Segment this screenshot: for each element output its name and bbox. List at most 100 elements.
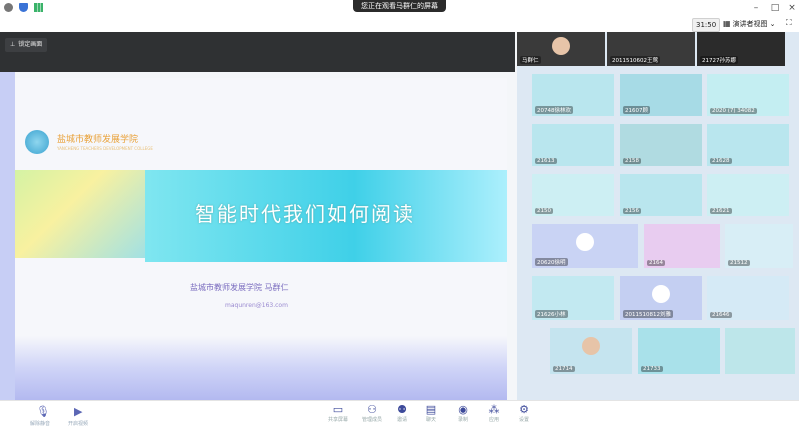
college-logo-icon	[25, 130, 49, 154]
record-icon: ◉	[458, 403, 468, 416]
avatar	[576, 232, 594, 251]
participant-tile[interactable]: 21512	[725, 224, 793, 268]
participant-tile[interactable]: 2150	[532, 174, 614, 216]
participant-tile[interactable]: 20748徐林欢	[532, 74, 614, 116]
participant-name: 2011510812刘雅	[623, 310, 673, 318]
grid-icon: ▦	[723, 19, 731, 28]
invite-icon: ⚉	[397, 403, 407, 416]
share-screen-button[interactable]: ▭ 共享屏幕	[323, 403, 353, 424]
pin-icon: ⊥	[10, 41, 16, 48]
apps-button[interactable]: ⁂ 应用	[479, 403, 509, 424]
members-icon: ⚇	[367, 403, 377, 416]
maximize-icon[interactable]: □	[769, 2, 781, 14]
pinned-bar: ⊥ 锁定画面	[0, 32, 515, 72]
participant-tile[interactable]: 马群仁	[517, 32, 605, 66]
college-subtitle: YANCHENG TEACHERS DEVELOPMENT COLLEGE	[57, 146, 153, 151]
meeting-toolbar	[0, 16, 799, 32]
speaker-view-label: 演讲者视图	[732, 20, 768, 28]
minimize-icon[interactable]: –	[750, 2, 762, 14]
share-screen-label: 共享屏幕	[327, 417, 348, 423]
gear-icon: ⚙	[519, 403, 529, 416]
participant-name: 21727孙苏娜	[700, 56, 738, 64]
apps-icon: ⁂	[488, 403, 500, 416]
participant-tile[interactable]	[725, 328, 795, 374]
settings-button[interactable]: ⚙ 设置	[509, 403, 539, 424]
slide-title: 智能时代我们如何阅读	[195, 202, 415, 226]
participant-tile[interactable]: 21613	[532, 124, 614, 166]
status-icons	[4, 3, 43, 12]
invite-button[interactable]: ⚉ 邀请	[387, 403, 417, 424]
manage-members-button[interactable]: ⚇ 管理成员	[357, 403, 387, 424]
manage-members-label: 管理成员	[361, 417, 382, 423]
share-screen-icon: ▭	[332, 403, 344, 416]
participant-name: 马群仁	[520, 56, 541, 64]
participant-tile[interactable]: 21621	[707, 174, 789, 216]
slide-footer-band	[15, 336, 507, 400]
lock-view-label: 锁定画面	[18, 41, 43, 48]
avatar	[652, 284, 670, 303]
participant-tile[interactable]: 21628	[707, 124, 789, 166]
avatar	[552, 36, 570, 55]
participant-name: 21607顾	[623, 106, 650, 114]
shared-slide: 盐城市教师发展学院 YANCHENG TEACHERS DEVELOPMENT …	[15, 78, 507, 400]
signal-icon[interactable]	[34, 3, 43, 12]
participant-name: 21714	[553, 366, 575, 372]
participant-name: 21733	[641, 366, 663, 372]
meeting-timer: 31:50	[692, 18, 721, 32]
participant-name: 2158	[623, 158, 641, 164]
participant-name: 2156	[623, 208, 641, 214]
participant-tile[interactable]: 21714	[550, 328, 632, 374]
college-name: 盐城市教师发展学院	[57, 135, 139, 145]
record-button[interactable]: ◉ 录制	[448, 403, 478, 424]
settings-label: 设置	[518, 417, 529, 423]
speaker-view-button[interactable]: ▦ 演讲者视图 ⌄	[720, 18, 778, 30]
slide-email: maqunren@163.com	[225, 302, 288, 309]
start-video-label: 开启视频	[68, 421, 89, 427]
participant-tile[interactable]: 2020 (7) 34082	[707, 74, 789, 116]
participant-tile[interactable]: 21727孙苏娜	[697, 32, 785, 66]
apps-label: 应用	[488, 417, 499, 423]
close-icon[interactable]: ×	[786, 2, 798, 14]
participant-tile[interactable]: 2011510812刘雅	[620, 276, 702, 320]
info-icon[interactable]	[4, 3, 13, 12]
stage-edge	[0, 72, 15, 400]
record-label: 录制	[457, 417, 468, 423]
participant-name: 20620徐明	[535, 258, 568, 266]
participant-name: 20748徐林欢	[535, 106, 573, 114]
participant-tile[interactable]: 2158	[620, 124, 702, 166]
participant-name: 21613	[535, 158, 557, 164]
participant-tile[interactable]: 2164	[644, 224, 720, 268]
participant-tile[interactable]: 21646	[707, 276, 789, 320]
chevron-down-icon: ⌄	[769, 20, 776, 28]
fullscreen-icon[interactable]: ⛶	[786, 18, 792, 28]
slide-author: 盐城市教师发展学院 马群仁	[190, 283, 289, 292]
participant-name: 21646	[710, 312, 732, 318]
participant-tile[interactable]: 21733	[638, 328, 720, 374]
participant-name: 21621	[710, 208, 732, 214]
chat-button[interactable]: ▤ 聊天	[416, 403, 446, 424]
participant-name: 2011510602王莺	[610, 56, 660, 64]
window-titlebar: 您正在观看马群仁的屏幕 – □ ×	[0, 0, 799, 17]
participant-gallery: 马群仁 2011510602王莺 21727孙苏娜 20748徐林欢 21607…	[517, 32, 799, 412]
screen-share-banner: 您正在观看马群仁的屏幕	[353, 0, 446, 12]
invite-label: 邀请	[396, 417, 407, 423]
participant-tile[interactable]: 20620徐明	[532, 224, 638, 268]
slide-decor-band	[15, 170, 150, 258]
microphone-icon[interactable]: 🎙	[36, 405, 50, 418]
participant-tile[interactable]: 21626小林	[532, 276, 614, 320]
participant-tile[interactable]: 2156	[620, 174, 702, 216]
participant-tile[interactable]: 21607顾	[620, 74, 702, 116]
avatar	[582, 337, 600, 356]
lock-view-button[interactable]: ⊥ 锁定画面	[5, 38, 48, 52]
participant-name: 2164	[647, 260, 665, 266]
participant-name: 21512	[728, 260, 750, 266]
participant-name: 2020 (7) 34082	[710, 108, 757, 114]
participant-tile[interactable]: 2011510602王莺	[607, 32, 695, 66]
participant-name: 2150	[535, 208, 553, 214]
chat-label: 聊天	[425, 417, 436, 423]
shield-icon[interactable]	[19, 3, 28, 12]
chat-icon: ▤	[425, 403, 437, 416]
camera-icon[interactable]: ▶	[74, 405, 82, 418]
participant-name: 21626小林	[535, 310, 568, 318]
participant-name: 21628	[710, 158, 732, 164]
